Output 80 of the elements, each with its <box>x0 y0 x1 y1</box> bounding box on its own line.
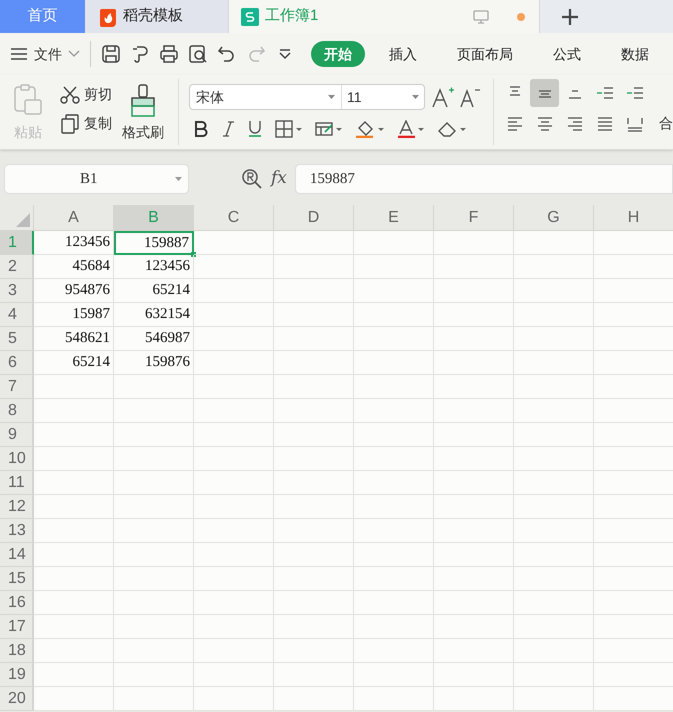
table-cell: 15987 <box>34 303 114 327</box>
row-header[interactable]: 2 <box>0 255 34 279</box>
row-header[interactable]: 4 <box>0 303 34 327</box>
row-header[interactable]: 16 <box>0 591 34 615</box>
bold-icon[interactable] <box>193 120 209 138</box>
scissors-icon[interactable] <box>60 86 80 104</box>
column-header[interactable]: F <box>434 205 514 230</box>
format-painter-button[interactable]: 格式刷 <box>122 84 164 145</box>
zoom-icon[interactable] <box>241 168 263 190</box>
row-header[interactable]: 10 <box>0 447 34 471</box>
name-box[interactable]: B1 <box>4 164 189 194</box>
ribbon-tab[interactable]: 开始 <box>311 41 365 67</box>
row-header[interactable]: 18 <box>0 639 34 663</box>
font-size-dropdown[interactable]: 11 <box>342 85 424 109</box>
fill-handle[interactable] <box>191 252 196 257</box>
file-menu[interactable]: 文件 <box>10 41 91 67</box>
table-cell: 123456 <box>34 231 114 255</box>
borders-icon[interactable] <box>275 120 303 138</box>
tab[interactable]: 工作簿1 <box>228 0 540 33</box>
function-label[interactable]: fx <box>271 166 287 192</box>
row-header[interactable]: 5 <box>0 327 34 351</box>
row-header[interactable]: 17 <box>0 615 34 639</box>
column-header[interactable]: G <box>514 205 594 230</box>
row-header[interactable]: 14 <box>0 543 34 567</box>
copy-button[interactable]: 复制 <box>60 113 112 134</box>
table-cell: 65214 <box>34 351 114 375</box>
caret-icon[interactable] <box>175 177 182 181</box>
row-header[interactable]: 12 <box>0 495 34 519</box>
table-cell: 123456 <box>114 255 194 279</box>
font-color-icon[interactable] <box>397 120 425 138</box>
ribbon-tab[interactable]: 公式 <box>541 44 593 64</box>
table-cell: 954876 <box>34 279 114 303</box>
menu-icon[interactable] <box>10 47 28 61</box>
copy-icon[interactable] <box>60 114 80 134</box>
table-cell: 548621 <box>34 327 114 351</box>
column-header[interactable]: E <box>354 205 434 230</box>
row-header[interactable]: 20 <box>0 687 34 711</box>
tab[interactable]: 首页 <box>0 0 85 33</box>
row-header[interactable]: 8 <box>0 399 34 423</box>
eraser-icon[interactable] <box>437 120 467 138</box>
merge-button[interactable]: 合 <box>659 113 673 134</box>
tab[interactable]: 稻壳模板 <box>85 0 228 33</box>
caret-icon[interactable] <box>328 95 335 99</box>
save-icon[interactable] <box>101 44 121 64</box>
table-cell: 65214 <box>114 279 194 303</box>
formula-input[interactable]: 159887 <box>294 164 673 194</box>
cut-button[interactable]: 剪切 <box>60 84 112 105</box>
ribbon-tab[interactable]: 数据 <box>609 44 661 64</box>
increase-font-icon[interactable] <box>431 86 455 108</box>
column-header[interactable]: C <box>194 205 274 230</box>
chevron-down-icon[interactable] <box>68 50 80 58</box>
column-header[interactable]: D <box>274 205 354 230</box>
plus-icon[interactable] <box>561 8 579 26</box>
caret-icon[interactable] <box>412 95 419 99</box>
print-preview-icon[interactable] <box>188 44 208 64</box>
fill-color-icon[interactable] <box>355 120 385 138</box>
ribbon-tab[interactable]: 插入 <box>377 44 429 64</box>
cell-style-icon[interactable] <box>315 120 343 138</box>
print-icon[interactable] <box>159 44 179 64</box>
flame-icon[interactable] <box>99 6 117 26</box>
row-header[interactable]: 15 <box>0 567 34 591</box>
underline-icon[interactable] <box>247 120 263 138</box>
row-header[interactable]: 6 <box>0 351 34 375</box>
table-cell: 45684 <box>34 255 114 279</box>
row-header[interactable]: 9 <box>0 423 34 447</box>
align-middle-button[interactable] <box>530 79 559 107</box>
row-header[interactable]: 7 <box>0 375 34 399</box>
column-header[interactable]: H <box>594 205 673 230</box>
row-header[interactable]: 3 <box>0 279 34 303</box>
row-header[interactable]: 13 <box>0 519 34 543</box>
ribbon-tab[interactable]: 页面布局 <box>445 44 525 64</box>
active-cell: 159887 <box>114 231 194 255</box>
table-cell: 632154 <box>114 303 194 327</box>
spreadsheet-icon[interactable] <box>241 8 259 26</box>
row-header[interactable]: 19 <box>0 663 34 687</box>
italic-icon[interactable] <box>221 120 235 138</box>
table-cell: 159876 <box>114 351 194 375</box>
font-name-dropdown[interactable]: 宋体 <box>190 85 342 109</box>
row-header[interactable]: 11 <box>0 471 34 495</box>
table-cell: 546987 <box>114 327 194 351</box>
